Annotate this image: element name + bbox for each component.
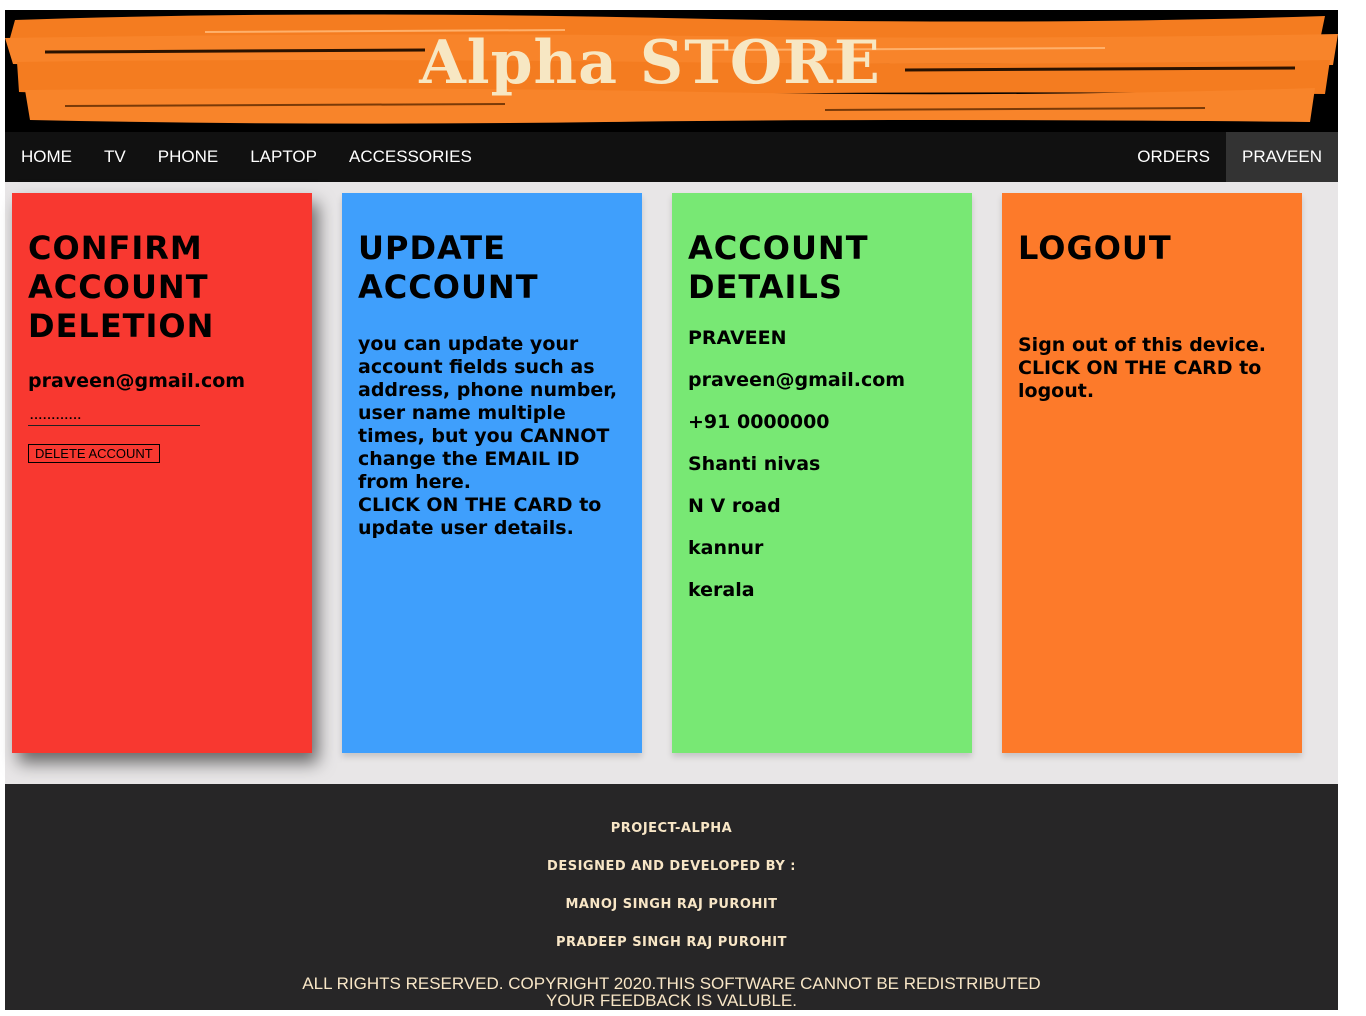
nav-phone[interactable]: PHONE — [142, 132, 234, 182]
nav-spacer — [488, 132, 1121, 182]
update-text-email: EMAIL ID — [484, 448, 580, 470]
footer-dev2: PRADEEP SINGH RAJ PUROHIT — [555, 935, 788, 950]
detail-phone: +91 0000000 — [688, 411, 830, 433]
delete-account-card: CONFIRM ACCOUNT DELETION praveen@gmail.c… — [12, 193, 312, 753]
logout-text-1: Sign out of this device. — [1018, 334, 1266, 356]
update-card-title: UPDATE ACCOUNT — [358, 229, 539, 306]
delete-account-button[interactable]: DELETE ACCOUNT — [28, 444, 160, 463]
update-account-card[interactable]: UPDATE ACCOUNT you can update your accou… — [342, 193, 642, 753]
account-details-card: ACCOUNT DETAILS PRAVEEN praveen@gmail.co… — [672, 193, 972, 753]
footer: PROJECT-ALPHA DESIGNED AND DEVELOPED BY … — [5, 784, 1338, 1010]
detail-city: kannur — [688, 537, 764, 559]
detail-address2: N V road — [688, 495, 781, 517]
site-title: Alpha STORE — [419, 28, 881, 98]
password-field[interactable] — [28, 404, 200, 426]
detail-name: PRAVEEN — [688, 327, 787, 349]
detail-address1: Shanti nivas — [688, 453, 821, 475]
nav-home[interactable]: HOME — [5, 132, 88, 182]
nav-laptop[interactable]: LAPTOP — [234, 132, 333, 182]
main-nav: HOME TV PHONE LAPTOP ACCESSORIES ORDERS … — [5, 132, 1338, 182]
update-text-2: change the — [358, 448, 485, 470]
footer-project: PROJECT-ALPHA — [610, 821, 733, 836]
logout-card-text: Sign out of this device. CLICK ON THE CAR… — [1018, 334, 1286, 403]
logout-card-title: LOGOUT — [1018, 229, 1172, 267]
detail-state: kerala — [688, 579, 755, 601]
footer-feedback: YOUR FEEDBACK IS VALUBLE. — [546, 991, 797, 1010]
detail-email: praveen@gmail.com — [688, 369, 906, 391]
nav-user[interactable]: PRAVEEN — [1226, 132, 1338, 182]
delete-card-email: praveen@gmail.com — [28, 370, 246, 392]
details-card-title: ACCOUNT DETAILS — [688, 229, 869, 306]
nav-accessories[interactable]: ACCESSORIES — [333, 132, 488, 182]
update-text-click: CLICK ON THE CARD — [358, 494, 573, 516]
details-list: PRAVEEN praveen@gmail.com +91 0000000 Sh… — [688, 327, 956, 602]
footer-copyright: ALL RIGHTS RESERVED. COPYRIGHT 2020.THIS… — [302, 974, 1041, 993]
footer-dev1: MANOJ SINGH RAJ PUROHIT — [565, 897, 778, 912]
nav-tv[interactable]: TV — [88, 132, 142, 182]
page: Alpha STORE HOME TV PHONE LAPTOP ACCESSO… — [5, 10, 1338, 1010]
update-text-cannot: CANNOT — [519, 425, 610, 447]
update-text-3: from here. — [358, 471, 471, 493]
logout-text-click: CLICK ON THE CARD — [1018, 357, 1233, 379]
delete-card-title: CONFIRM ACCOUNT DELETION — [28, 229, 215, 345]
logout-card[interactable]: LOGOUT Sign out of this device. CLICK ON … — [1002, 193, 1302, 753]
nav-orders[interactable]: ORDERS — [1121, 132, 1226, 182]
update-card-text: you can update your account fields such … — [358, 333, 626, 540]
header-banner: Alpha STORE — [5, 10, 1338, 132]
footer-designed-by: DESIGNED AND DEVELOPED BY : — [547, 859, 796, 874]
